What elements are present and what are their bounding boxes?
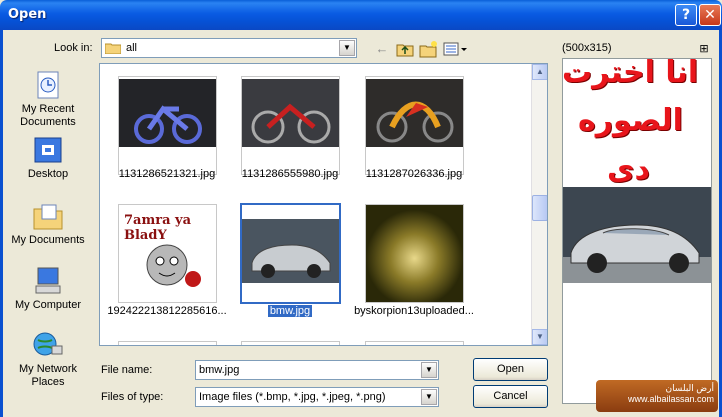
- file-name-caption[interactable]: 1131287026336.jpg: [349, 168, 479, 180]
- file-thumbnail[interactable]: [118, 76, 217, 175]
- file-name-value: bmw.jpg: [199, 364, 240, 376]
- file-thumbnail[interactable]: [365, 341, 464, 345]
- up-folder-icon[interactable]: [396, 40, 414, 58]
- preview-toggle-icon[interactable]: ⊞: [696, 40, 712, 58]
- forest-light-image: [366, 205, 463, 302]
- watermark-line: أرض البلسان: [665, 383, 714, 393]
- bike-blue-image: [119, 77, 216, 174]
- look-in-value: all: [126, 42, 138, 54]
- bike-orange-image: [366, 77, 463, 174]
- thumbnail-text: 7amra ya BladY: [124, 213, 191, 243]
- look-in-label: Look in:: [54, 42, 93, 54]
- file-thumbnail[interactable]: [241, 76, 340, 175]
- my-computer-icon: [35, 267, 61, 294]
- place-desktop[interactable]: Desktop: [6, 135, 90, 181]
- file-name-label: File name:: [101, 364, 153, 376]
- bike-red-image: [242, 77, 339, 174]
- desktop-icon: [34, 137, 62, 163]
- look-in-dropdown[interactable]: all ▼: [101, 38, 357, 58]
- file-thumbnail[interactable]: [365, 76, 464, 175]
- file-thumbnail[interactable]: [365, 204, 464, 303]
- file-name-input[interactable]: bmw.jpg ▼: [195, 360, 439, 380]
- preview-caption-line: دى: [607, 152, 650, 187]
- network-places-icon: [33, 332, 63, 356]
- chevron-down-icon[interactable]: ▼: [421, 389, 437, 405]
- file-name-caption[interactable]: byskorpion13uploaded...: [349, 305, 479, 317]
- recent-documents-icon: [37, 71, 59, 99]
- my-documents-icon: [33, 204, 63, 230]
- file-name-caption[interactable]: 1131286555980.jpg: [225, 168, 355, 180]
- file-thumbnail-selected[interactable]: [240, 203, 341, 304]
- chevron-down-icon[interactable]: ▼: [339, 40, 355, 56]
- title-bar[interactable]: Open ? ✕: [0, 0, 722, 30]
- place-my-computer[interactable]: My Computer: [6, 266, 90, 312]
- scrollbar-thumb[interactable]: [532, 195, 547, 221]
- preview-dimensions: (500x315): [562, 42, 612, 54]
- cancel-button[interactable]: Cancel: [473, 385, 548, 408]
- close-button[interactable]: ✕: [699, 4, 721, 26]
- folder-icon: [105, 43, 121, 54]
- file-type-value: Image files (*.bmp, *.jpg, *.jpeg, *.png…: [199, 391, 386, 403]
- file-name-caption[interactable]: 1131286521321.jpg: [102, 168, 232, 180]
- scroll-down-icon[interactable]: ▼: [532, 329, 547, 345]
- help-button[interactable]: ?: [675, 4, 697, 26]
- bmw-preview-image: [563, 187, 711, 283]
- preview-caption-line: الصوره: [578, 103, 683, 138]
- file-thumbnail[interactable]: [118, 341, 217, 345]
- place-recent-documents[interactable]: My Recent Documents: [6, 70, 90, 129]
- new-folder-icon[interactable]: [419, 40, 439, 58]
- file-name-caption[interactable]: 192422213812285616...: [102, 305, 232, 317]
- place-network-places[interactable]: My Network Places: [6, 330, 90, 389]
- preview-caption-line: انا اخترت: [562, 55, 699, 90]
- file-thumbnail[interactable]: [241, 341, 340, 345]
- file-name-caption-selected[interactable]: bmw.jpg: [225, 305, 355, 317]
- bmw-car-image: [242, 205, 339, 302]
- back-icon[interactable]: ←: [373, 40, 391, 58]
- view-menu-icon[interactable]: [443, 40, 467, 58]
- scroll-up-icon[interactable]: ▲: [532, 64, 547, 80]
- file-list[interactable]: 1131286521321.jpg 1131286555980.jpg 1131…: [99, 63, 548, 346]
- open-button[interactable]: Open: [473, 358, 548, 381]
- place-my-documents[interactable]: My Documents: [6, 201, 90, 247]
- chevron-down-icon[interactable]: ▼: [421, 362, 437, 378]
- file-thumbnail[interactable]: 7amra ya BladY: [118, 204, 217, 303]
- file-type-label: Files of type:: [101, 391, 164, 403]
- watermark-url: www.albailassan.com: [627, 394, 714, 404]
- file-type-dropdown[interactable]: Image files (*.bmp, *.jpg, *.jpeg, *.png…: [195, 387, 439, 407]
- window-title: Open: [8, 7, 47, 22]
- vertical-scrollbar[interactable]: ▲ ▼: [531, 64, 547, 345]
- site-watermark: أرض البلسان www.albailassan.com: [596, 380, 718, 412]
